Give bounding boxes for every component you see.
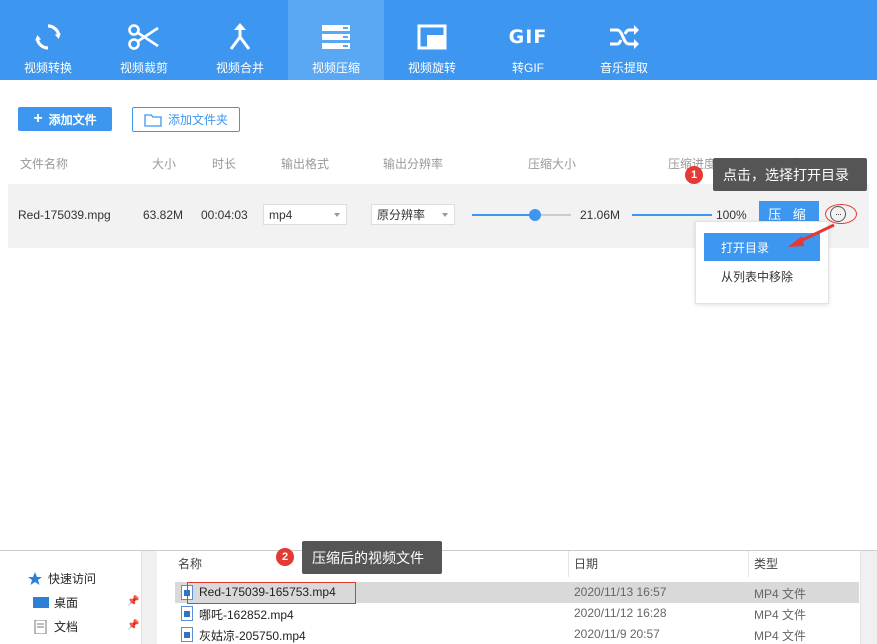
compress-size-slider-fill [472,214,536,216]
step1-badge: 1 [685,166,703,184]
row-progress-value: 100% [716,208,747,222]
nav-pane-scrollbar[interactable] [141,551,157,644]
more-options-icon[interactable]: ··· [830,206,846,222]
header-resolution: 输出分辨率 [383,157,444,171]
file-date: 2020/11/12 16:28 [574,606,667,620]
file-type: MP4 文件 [754,587,807,601]
mp4-file-icon [181,627,193,642]
nav-label: 文档 [54,620,79,634]
annotation-arrow-icon [788,223,835,247]
merge-icon [223,20,257,54]
tool-video-rotate[interactable]: 视频旋转 [384,0,480,80]
tool-label: 视频转换 [23,61,72,75]
tool-label: 视频裁剪 [119,61,168,75]
header-size: 大小 [152,157,177,171]
tool-video-convert[interactable]: 视频转换 [0,0,96,80]
row-file-size: 63.82M [143,208,184,222]
file-list-item[interactable]: 灰姑凉-205750.mp4 2020/11/9 20:57 MP4 文件 [175,624,859,644]
step2-badge: 2 [276,548,294,566]
explorer-header-name[interactable]: 名称 [178,555,202,572]
format-select[interactable]: mp4 [263,204,347,225]
explorer-nav-pane: 快速访问 桌面 📌 文档 📌 [0,551,157,644]
nav-documents[interactable]: 文档 [33,618,78,635]
step1-callout-text: 点击，选择打开目录 [723,166,849,183]
tool-label: 视频压缩 [311,61,360,75]
explorer-header-date[interactable]: 日期 [574,555,598,572]
mp4-file-icon [181,606,193,621]
row-file-name: Red-175039.mpg [18,208,111,222]
nav-desktop[interactable]: 桌面 [33,594,78,611]
tool-video-crop[interactable]: 视频裁剪 [96,0,192,80]
file-date: 2020/11/13 16:57 [574,585,667,599]
pin-icon: 📌 [127,620,140,631]
tool-label: 转GIF [512,61,544,75]
nav-quick-access[interactable]: 快速访问 [27,570,96,587]
file-name: 灰姑凉-205750.mp4 [199,629,306,643]
row-duration: 00:04:03 [201,208,248,222]
header-compressed-size: 压缩大小 [528,157,577,171]
nav-label: 桌面 [54,596,79,610]
file-list-scrollbar[interactable] [860,551,877,644]
step2-callout-text: 压缩后的视频文件 [312,549,424,566]
shuffle-icon [607,20,641,54]
column-divider [568,551,569,577]
pin-icon: 📌 [127,596,140,607]
tool-video-merge[interactable]: 视频合并 [192,0,288,80]
file-name: 哪吒-162852.mp4 [199,608,294,622]
star-icon [28,571,42,585]
file-type: MP4 文件 [754,629,807,643]
step2-callout: 压缩后的视频文件 [302,541,442,574]
add-file-button[interactable]: + 添加文件 [18,107,112,131]
resolution-select[interactable]: 原分辨率 [371,204,455,225]
desktop-icon [33,596,49,608]
tool-video-compress[interactable]: 视频压缩 [288,0,384,80]
header-format: 输出格式 [281,157,330,171]
chevron-down-icon [334,213,340,217]
format-select-value: mp4 [269,207,293,222]
compress-icon [319,20,353,54]
header-name: 文件名称 [20,157,69,171]
tool-label: 视频合并 [215,61,264,75]
resolution-select-value: 原分辨率 [377,208,426,222]
file-list-item[interactable]: 哪吒-162852.mp4 2020/11/12 16:28 MP4 文件 [175,603,859,624]
file-type: MP4 文件 [754,608,807,622]
tool-label: 音乐提取 [599,61,648,75]
explorer-header-type[interactable]: 类型 [754,555,778,572]
documents-icon [34,619,47,634]
tool-to-gif[interactable]: GIF 转GIF [480,0,576,80]
menu-remove-from-list[interactable]: 从列表中移除 [704,262,820,290]
compress-size-slider-handle[interactable] [529,209,542,221]
add-file-label: 添加文件 [48,112,97,127]
tool-audio-extract[interactable]: 音乐提取 [576,0,672,80]
file-date: 2020/11/9 20:57 [574,627,660,641]
progress-bar-fill [632,214,712,216]
nav-label: 快速访问 [48,572,97,586]
add-folder-label: 添加文件夹 [167,113,228,127]
top-toolbar: 视频转换 视频裁剪 视频合并 视频压缩 视频旋转 GIF 转GIF 音乐提取 [0,0,877,80]
plus-icon: + [33,110,43,127]
rotate-icon [415,20,449,54]
folder-icon [144,113,162,127]
gif-icon-text: GIF [508,26,548,48]
chevron-down-icon [442,213,448,217]
compressed-file-highlight [187,582,356,604]
add-folder-button[interactable]: 添加文件夹 [132,107,240,132]
row-compressed-size: 21.06M [580,208,621,222]
tool-label: 视频旋转 [407,61,456,75]
scissors-icon [127,20,161,54]
refresh-icon [31,20,65,54]
step1-callout: 点击，选择打开目录 [713,158,867,191]
gif-icon: GIF [508,20,548,54]
column-divider [748,551,749,577]
header-duration: 时长 [212,157,237,171]
